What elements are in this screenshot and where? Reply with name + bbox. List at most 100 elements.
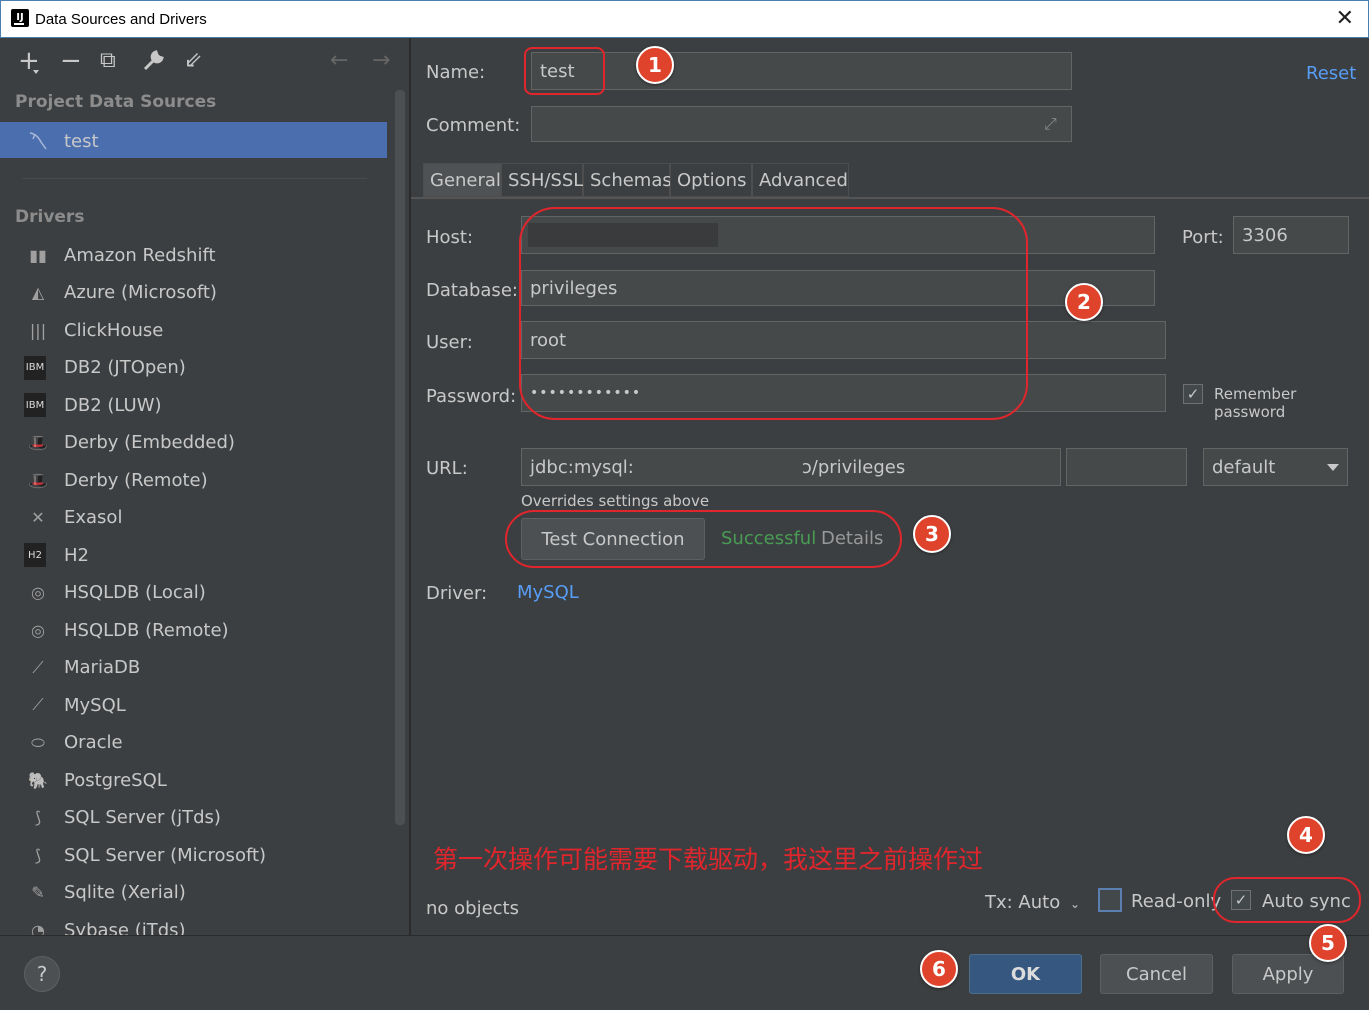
datasource-item-test-row[interactable]: test [24, 126, 99, 156]
datasource-label: test [64, 130, 99, 152]
azure-icon: ◭ [31, 283, 45, 302]
driver-label: HSQLDB (Local) [64, 582, 206, 603]
clickhouse-icon: ||| [29, 320, 47, 340]
comment-field[interactable] [531, 106, 1072, 142]
name-field[interactable]: test [531, 52, 1072, 90]
section-divider [22, 178, 367, 179]
driver-item[interactable]: ▮▮ Amazon Redshift [24, 240, 215, 270]
project-data-sources-title: Project Data Sources [15, 92, 217, 112]
driver-label: Sqlite (Xerial) [64, 882, 186, 903]
remove-icon[interactable]: − [60, 46, 82, 76]
password-label: Password: [426, 386, 517, 407]
mysql-dolphin-icon [24, 129, 52, 153]
driver-item[interactable]: ◎ HSQLDB (Local) [24, 578, 206, 608]
help-icon[interactable]: ? [24, 956, 60, 992]
driver-item[interactable]: 🎩 Derby (Remote) [24, 465, 208, 495]
mariadb-icon: ⟋ [32, 657, 44, 677]
remember-password-label[interactable]: Remember password [1214, 385, 1369, 421]
no-objects-label: no objects [426, 898, 519, 919]
url-mode-select[interactable]: default [1203, 448, 1348, 486]
annotation-badge-4: 4 [1287, 816, 1325, 854]
pane-divider[interactable] [409, 38, 411, 935]
driver-item[interactable]: ⟆ SQL Server (jTds) [24, 803, 221, 833]
host-label: Host: [426, 227, 474, 248]
url-field[interactable]: jdbc:mysql: ɔ/privileges [521, 448, 1061, 486]
name-label: Name: [426, 62, 486, 83]
driver-item[interactable]: ◎ HSQLDB (Remote) [24, 615, 229, 645]
tab-advanced[interactable]: Advanced [752, 163, 849, 197]
driver-item[interactable]: ✎ Sqlite (Xerial) [24, 878, 186, 908]
overrides-note: Overrides settings above [521, 492, 710, 510]
readonly-label[interactable]: Read-only [1131, 891, 1221, 912]
tab-ssh-ssl[interactable]: SSH/SSL [501, 163, 583, 197]
left-scrollbar[interactable] [395, 90, 405, 825]
intellij-app-icon: IJ [11, 9, 29, 27]
tx-mode-select[interactable]: Tx: Auto ⌄ [985, 892, 1080, 913]
sqlite-icon: ✎ [31, 883, 45, 902]
exasol-icon: ✕ [31, 508, 45, 527]
database-label: Database: [426, 280, 518, 301]
annotation-connection-box [519, 207, 1028, 420]
copy-icon[interactable]: ⧉ [100, 48, 116, 73]
driver-item[interactable]: ⬭ Oracle [24, 728, 123, 758]
driver-label: MySQL [64, 694, 126, 716]
derby-icon: 🎩 [28, 433, 48, 452]
db2-icon: IBM [24, 355, 46, 380]
driver-item[interactable]: ⟋ MySQL [24, 690, 126, 720]
postgresql-icon: 🐘 [28, 770, 48, 790]
driver-label: HSQLDB (Remote) [64, 619, 229, 641]
comment-label: Comment: [426, 115, 521, 136]
mysql-icon: ⟋ [32, 695, 44, 714]
hsqldb-icon: ◎ [31, 583, 45, 602]
driver-label: Driver: [426, 583, 488, 604]
sqlserver-icon: ⟆ [34, 808, 42, 827]
close-icon[interactable]: ✕ [1336, 6, 1354, 31]
driver-item[interactable]: ||| ClickHouse [24, 315, 163, 345]
back-arrow-icon[interactable]: ← [330, 48, 348, 73]
driver-link[interactable]: MySQL [517, 582, 579, 603]
reset-link[interactable]: Reset [1306, 63, 1356, 84]
forward-arrow-icon[interactable]: → [372, 48, 390, 73]
wrench-icon[interactable] [142, 48, 166, 72]
port-value: 3306 [1242, 224, 1288, 246]
window-title: Data Sources and Drivers [35, 11, 207, 28]
annotation-autosync-box [1213, 877, 1361, 923]
redshift-icon: ▮▮ [29, 245, 47, 265]
remember-password-checkbox[interactable]: ✓ [1183, 384, 1203, 404]
driver-label: SQL Server (jTds) [64, 807, 221, 828]
cancel-button[interactable]: Cancel [1100, 954, 1213, 994]
driver-label: Oracle [64, 732, 123, 753]
annotation-note: 第一次操作可能需要下载驱动，我这里之前操作过 [433, 845, 984, 874]
driver-item[interactable]: ⟆ SQL Server (Microsoft) [24, 840, 266, 870]
readonly-checkbox[interactable] [1098, 888, 1122, 912]
driver-item[interactable]: ✕ Exasol [24, 503, 122, 533]
tab-schemas[interactable]: Schemas [583, 163, 672, 197]
driver-item[interactable]: IBM DB2 (LUW) [24, 390, 162, 420]
driver-item[interactable]: IBM DB2 (JTOpen) [24, 353, 186, 383]
ok-button[interactable]: OK [969, 954, 1082, 994]
url-extra-field[interactable] [1066, 448, 1187, 486]
annotation-badge-2: 2 [1065, 283, 1103, 321]
annotation-badge-6: 6 [920, 950, 958, 988]
port-field[interactable]: 3306 [1233, 216, 1349, 254]
expand-icon[interactable]: ⤢ [1044, 114, 1057, 134]
driver-label: Azure (Microsoft) [64, 282, 217, 303]
tab-options[interactable]: Options [670, 163, 752, 197]
driver-item[interactable]: 🎩 Derby (Embedded) [24, 428, 235, 458]
driver-item[interactable]: ◭ Azure (Microsoft) [24, 278, 217, 308]
url-mode-value: default [1212, 456, 1276, 478]
tx-mode-value: Tx: Auto [985, 892, 1061, 913]
driver-label: H2 [64, 544, 89, 566]
driver-label: ClickHouse [64, 319, 164, 341]
add-dropdown-icon [33, 70, 39, 74]
import-icon[interactable]: ⇙ [184, 48, 202, 73]
driver-label: Derby (Remote) [64, 469, 208, 491]
tab-underline [411, 197, 1369, 199]
tab-general[interactable]: General [423, 163, 501, 197]
driver-item[interactable]: 🐘 PostgreSQL [24, 765, 167, 795]
driver-label: Exasol [64, 507, 123, 528]
driver-label: Derby (Embedded) [64, 432, 235, 453]
driver-item[interactable]: H2 H2 [24, 540, 89, 570]
chevron-down-icon: ⌄ [1069, 897, 1081, 911]
driver-item[interactable]: ⟋ MariaDB [24, 653, 140, 683]
